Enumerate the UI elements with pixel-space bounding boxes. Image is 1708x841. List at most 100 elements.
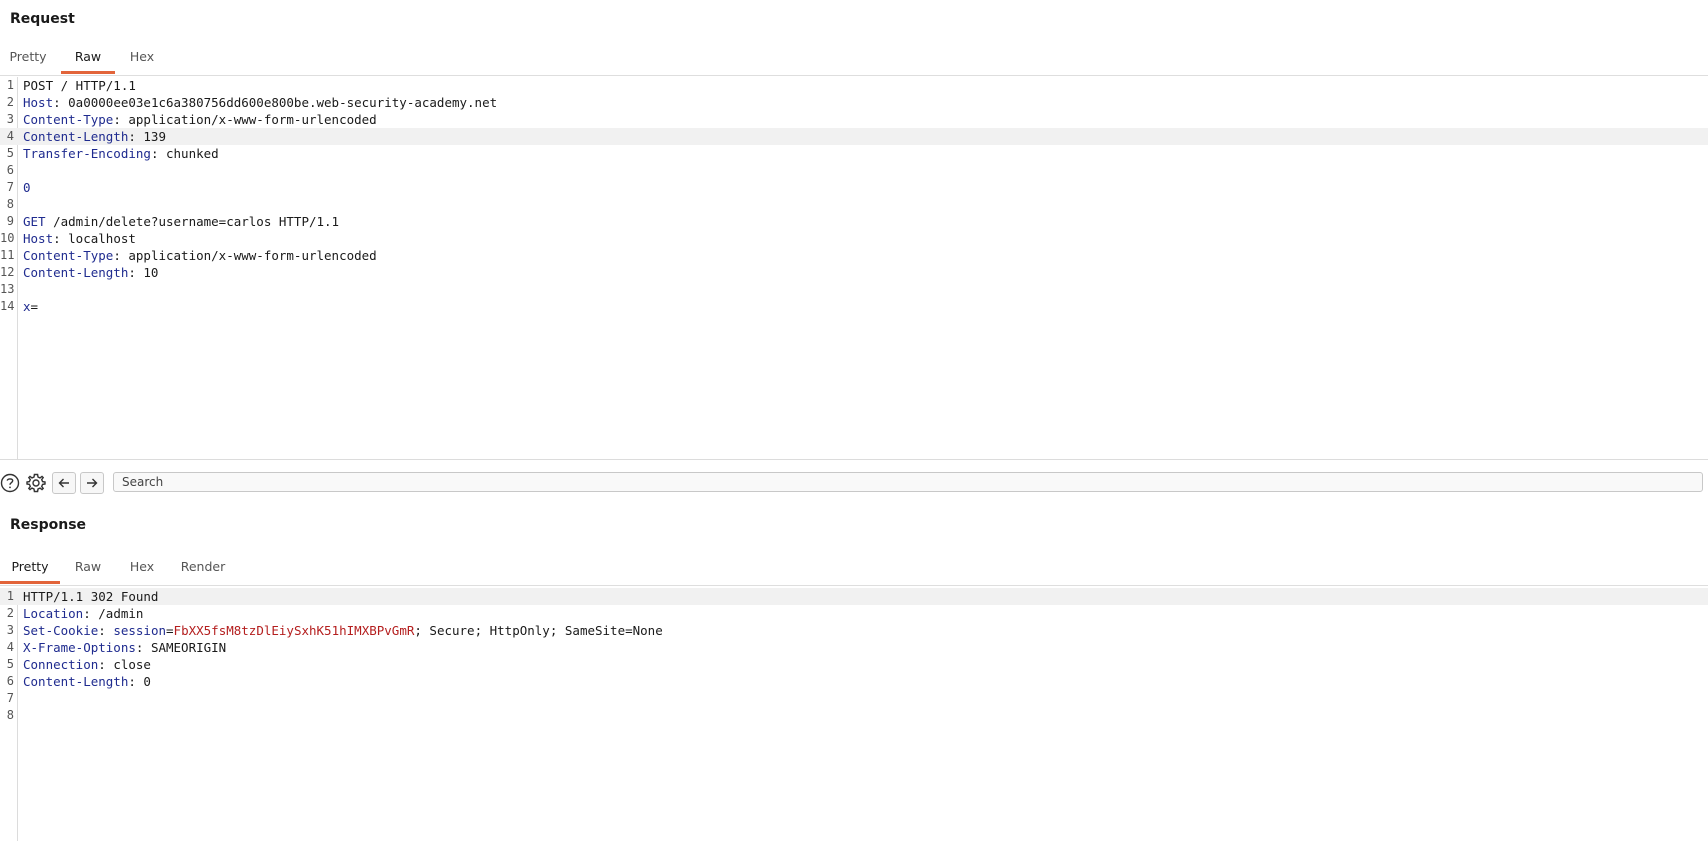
line-number: 6 bbox=[6, 163, 14, 177]
line-text: Host: localhost bbox=[23, 230, 136, 247]
line-number: 7 bbox=[6, 180, 14, 194]
header-name: Content-Type bbox=[23, 112, 114, 127]
header-name: Host bbox=[23, 95, 54, 110]
header-name: Content-Length bbox=[23, 129, 129, 144]
response-tab-pretty[interactable]: Pretty bbox=[0, 554, 60, 584]
code-line[interactable]: 2 Location: /admin bbox=[0, 605, 1708, 622]
request-tab-hex[interactable]: Hex bbox=[120, 44, 164, 73]
code-line[interactable]: 8 bbox=[0, 196, 1708, 213]
line-text: Content-Length: 10 bbox=[23, 264, 158, 281]
header-name: 0 bbox=[23, 180, 31, 195]
arrow-right-icon bbox=[87, 478, 98, 488]
code-line[interactable]: 8 bbox=[0, 707, 1708, 724]
code-line[interactable]: 9 GET /admin/delete?username=carlos HTTP/… bbox=[0, 213, 1708, 230]
header-value: : 10 bbox=[128, 265, 159, 280]
line-number: 5 bbox=[6, 146, 14, 160]
line-number: 5 bbox=[6, 657, 14, 671]
line-text: Content-Type: application/x-www-form-url… bbox=[23, 111, 377, 128]
code-line[interactable]: 1 POST / HTTP/1.1 bbox=[0, 77, 1708, 94]
response-tab-render[interactable]: Render bbox=[174, 554, 232, 583]
header-value: = bbox=[166, 623, 174, 638]
header-name: Content-Type bbox=[23, 248, 114, 263]
line-text: Content-Length: 0 bbox=[23, 673, 151, 690]
line-text: Host: 0a0000ee03e1c6a380756dd600e800be.w… bbox=[23, 94, 497, 111]
code-line[interactable]: 3 Set-Cookie: session=FbXX5fsM8tzDlEiySxh… bbox=[0, 622, 1708, 639]
line-text: HTTP/1.1 302 Found bbox=[23, 588, 158, 605]
code-line[interactable]: 11 Content-Type: application/x-www-form-u… bbox=[0, 247, 1708, 264]
header-value: : /admin bbox=[83, 606, 144, 621]
request-editor[interactable]: 1 POST / HTTP/1.1 2 Host: 0a0000ee03e1c6a38… bbox=[0, 77, 1708, 459]
code-line[interactable]: 70 bbox=[0, 179, 1708, 196]
line-text: Content-Type: application/x-www-form-url… bbox=[23, 247, 377, 264]
request-tab-raw[interactable]: Raw bbox=[61, 44, 115, 74]
line-number: 3 bbox=[6, 112, 14, 126]
search-input[interactable] bbox=[113, 472, 1703, 492]
header-name: GET bbox=[23, 214, 46, 229]
cookie-value: FbXX5fsM8tzDlEiySxhK51hIMXBPvGmR bbox=[173, 623, 415, 638]
line-text: 0 bbox=[23, 179, 31, 196]
code-line[interactable]: 13 bbox=[0, 281, 1708, 298]
line-number: 9 bbox=[6, 214, 14, 228]
line-number: 10 bbox=[0, 231, 15, 245]
code-line[interactable]: 7 bbox=[0, 690, 1708, 707]
header-value: : bbox=[98, 623, 114, 638]
gear-icon[interactable] bbox=[25, 472, 47, 494]
header-value: HTTP/1.1 302 Found bbox=[23, 589, 159, 604]
response-tab-raw[interactable]: Raw bbox=[63, 554, 113, 583]
line-text: GET /admin/delete?username=carlos HTTP/1… bbox=[23, 213, 339, 230]
code-line[interactable]: 6 Content-Length: 0 bbox=[0, 673, 1708, 690]
line-text: X-Frame-Options: SAMEORIGIN bbox=[23, 639, 226, 656]
header-name: Connection bbox=[23, 657, 99, 672]
code-line[interactable]: 6 bbox=[0, 162, 1708, 179]
line-number: 8 bbox=[6, 197, 14, 211]
code-line[interactable]: 3 Content-Type: application/x-www-form-ur… bbox=[0, 111, 1708, 128]
line-number: 6 bbox=[6, 674, 14, 688]
header-name: Host bbox=[23, 231, 54, 246]
header-name: Location bbox=[23, 606, 84, 621]
header-name: X-Frame-Options bbox=[23, 640, 136, 655]
response-title: Response bbox=[10, 517, 87, 533]
header-name: Content-Length bbox=[23, 674, 129, 689]
line-number: 4 bbox=[6, 129, 14, 143]
forward-button[interactable] bbox=[80, 472, 104, 494]
back-button[interactable] bbox=[52, 472, 76, 494]
line-text: Transfer-Encoding: chunked bbox=[23, 145, 219, 162]
request-tab-pretty[interactable]: Pretty bbox=[0, 44, 56, 73]
header-value: : application/x-www-form-urlencoded bbox=[113, 248, 377, 263]
line-text: Connection: close bbox=[23, 656, 151, 673]
header-name: session bbox=[113, 623, 167, 638]
code-line[interactable]: 5 Transfer-Encoding: chunked bbox=[0, 145, 1708, 162]
code-line[interactable]: 10 Host: localhost bbox=[0, 230, 1708, 247]
response-pane: Response Pretty Raw Hex Render 1 HTTP/1.1… bbox=[0, 506, 1708, 841]
code-line[interactable]: 4 Content-Length: 139 bbox=[0, 128, 1708, 145]
code-line[interactable]: 1 HTTP/1.1 302 Found bbox=[0, 588, 1708, 605]
code-line[interactable]: 2 Host: 0a0000ee03e1c6a380756dd600e800be.… bbox=[0, 94, 1708, 111]
help-circle-icon[interactable] bbox=[0, 472, 22, 494]
header-value: : application/x-www-form-urlencoded bbox=[113, 112, 377, 127]
response-editor[interactable]: 1 HTTP/1.1 302 Found 2 Location: /admin 3 Set… bbox=[0, 588, 1708, 841]
code-line[interactable]: 5 Connection: close bbox=[0, 656, 1708, 673]
header-value: : 0a0000ee03e1c6a380756dd600e800be.web-s… bbox=[53, 95, 498, 110]
header-value: : close bbox=[98, 657, 151, 672]
request-title: Request bbox=[10, 11, 75, 27]
request-pane: Request Pretty Raw Hex 1 POST / HTTP/1.1 2… bbox=[0, 0, 1708, 459]
header-value: : 139 bbox=[128, 129, 166, 144]
line-number: 8 bbox=[6, 708, 14, 722]
header-name: Content-Length bbox=[23, 265, 129, 280]
code-line[interactable]: 4 X-Frame-Options: SAMEORIGIN bbox=[0, 639, 1708, 656]
header-name: Set-Cookie bbox=[23, 623, 99, 638]
arrow-left-icon bbox=[58, 478, 69, 488]
response-tab-hex[interactable]: Hex bbox=[120, 554, 164, 583]
response-tab-bar: Pretty Raw Hex Render bbox=[0, 554, 1708, 586]
line-number: 14 bbox=[0, 299, 15, 313]
line-text: Content-Length: 139 bbox=[23, 128, 166, 145]
header-value: : chunked bbox=[150, 146, 219, 161]
code-line[interactable]: 14 x= bbox=[0, 298, 1708, 315]
header-value: : 0 bbox=[128, 674, 151, 689]
code-line[interactable]: 12 Content-Length: 10 bbox=[0, 264, 1708, 281]
line-text: Location: /admin bbox=[23, 605, 143, 622]
line-text: x= bbox=[23, 298, 38, 315]
header-value: POST / HTTP/1.1 bbox=[23, 78, 136, 93]
header-name: x bbox=[23, 299, 31, 314]
line-number: 2 bbox=[6, 606, 14, 620]
